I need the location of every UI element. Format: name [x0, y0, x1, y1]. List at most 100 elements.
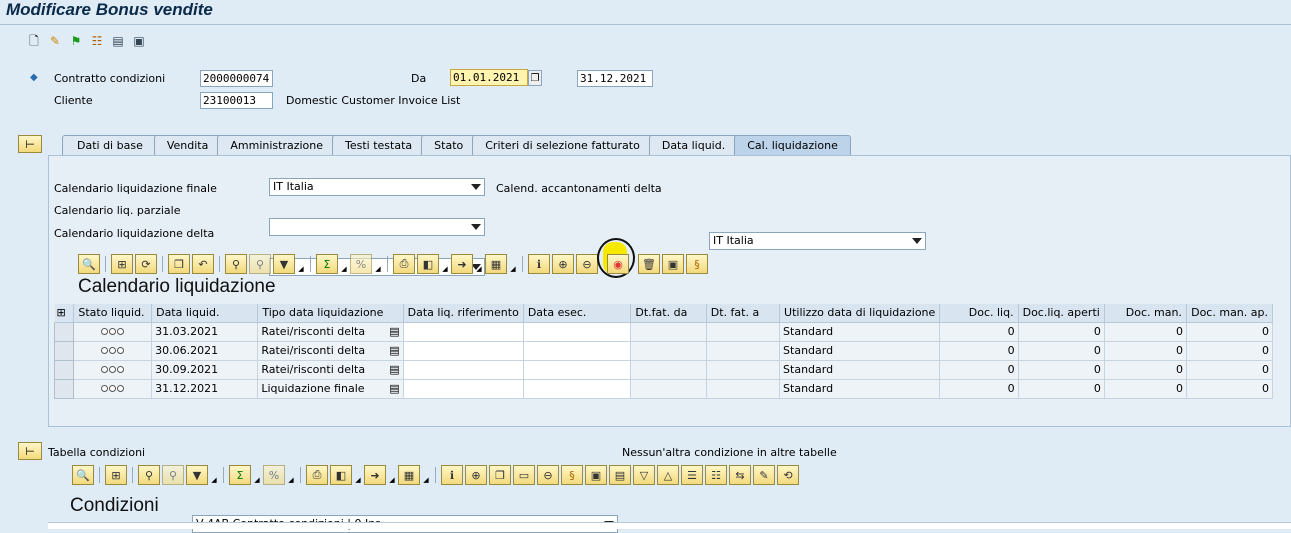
document-icon[interactable]: ▤ — [389, 363, 399, 376]
col-doc-liq-aperti[interactable]: Doc.liq. aperti — [1018, 304, 1105, 323]
layout-button[interactable]: ▦ — [485, 254, 507, 274]
delete-row-button[interactable]: ⊖ — [576, 254, 598, 274]
cell-ref-date[interactable] — [403, 341, 524, 361]
insert-row-button[interactable]: ⊕ — [552, 254, 574, 274]
row-selector[interactable] — [53, 378, 75, 399]
document-icon[interactable]: ▤ — [389, 344, 399, 357]
cell-ref-date[interactable] — [403, 360, 524, 380]
export-dropdown-icon[interactable]: ◢ — [475, 255, 483, 273]
filter-button[interactable]: ▼ — [186, 465, 208, 485]
sort-down-button[interactable]: ☰ — [681, 465, 703, 485]
tab-dati-di-base[interactable]: Dati di base — [62, 135, 158, 155]
date-from-field[interactable]: 01.01.2021 — [450, 69, 528, 86]
date-to-field[interactable]: 31.12.2021 — [577, 70, 653, 87]
find-next-button[interactable]: ⚲ — [249, 254, 271, 274]
hierarchy-icon[interactable]: ☷ — [89, 33, 105, 49]
tab-stato[interactable]: Stato — [421, 135, 477, 155]
customer-field[interactable]: 23100013 — [200, 92, 273, 109]
export-dropdown-icon[interactable]: ◢ — [388, 466, 396, 484]
table-row[interactable]: 31.03.2021 Ratei/risconti delta ▤ Standar… — [53, 321, 1274, 342]
find-button[interactable]: ⚲ — [225, 254, 247, 274]
accrual-cal-select[interactable]: IT Italia — [709, 232, 926, 250]
copy-rows-button[interactable]: ❐ — [489, 465, 511, 485]
print-button[interactable]: ⎙ — [306, 465, 328, 485]
copy-icon[interactable]: ❐ — [528, 70, 542, 86]
delete-row-button[interactable]: ⊖ — [537, 465, 559, 485]
tab-vendita[interactable]: Vendita — [153, 135, 222, 155]
new-document-icon[interactable]: 🗋 — [26, 33, 42, 49]
cell-exec-date[interactable] — [523, 341, 632, 361]
expand-header-button[interactable]: ⊢ — [18, 135, 42, 153]
find-next-button[interactable]: ⚲ — [162, 465, 184, 485]
cell-exec-date[interactable] — [523, 360, 632, 380]
condition-detail-button[interactable]: ▤ — [609, 465, 631, 485]
col-tipo-data[interactable]: Tipo data liquidazione — [257, 304, 404, 323]
col-data-liquid[interactable]: Data liquid. — [151, 304, 259, 323]
cell-exec-date[interactable] — [523, 379, 632, 399]
tab-data-liquid[interactable]: Data liquid. — [648, 135, 739, 155]
sum-dropdown-icon[interactable]: ◢ — [253, 466, 261, 484]
list-icon[interactable]: ▤ — [110, 33, 126, 49]
refresh-button[interactable]: ⟳ — [135, 254, 157, 274]
col-data-riferimento[interactable]: Data liq. riferimento — [403, 304, 524, 323]
subtotal-button[interactable]: % — [350, 254, 372, 274]
transfer-button[interactable]: ⇆ — [729, 465, 751, 485]
move-down-button[interactable]: ▽ — [633, 465, 655, 485]
layout-dropdown-icon[interactable]: ◢ — [509, 255, 517, 273]
settlement-run-button[interactable]: ◉ — [607, 254, 629, 274]
document-icon[interactable]: ▤ — [389, 325, 399, 338]
cell-ref-date[interactable] — [403, 379, 524, 399]
sum-button[interactable]: Σ — [229, 465, 251, 485]
filter-dropdown-icon[interactable]: ◢ — [210, 466, 218, 484]
condition-record-button[interactable]: ▣ — [585, 465, 607, 485]
copy-button[interactable]: ▭ — [513, 465, 535, 485]
subtotal-dropdown-icon[interactable]: ◢ — [287, 466, 295, 484]
table-row[interactable]: 30.09.2021 Ratei/risconti delta ▤ Standar… — [53, 359, 1274, 380]
views-button[interactable]: ◧ — [330, 465, 352, 485]
export-button[interactable]: ➜ — [364, 465, 386, 485]
views-dropdown-icon[interactable]: ◢ — [441, 255, 449, 273]
scroll-button[interactable]: § — [686, 254, 708, 274]
col-stato[interactable]: Stato liquid. — [73, 304, 153, 323]
edit-button[interactable]: ✎ — [753, 465, 775, 485]
tab-criteri-selezione[interactable]: Criteri di selezione fatturato — [472, 135, 653, 155]
tab-testi-testata[interactable]: Testi testata — [332, 135, 426, 155]
details-button[interactable]: 🔍 — [72, 465, 94, 485]
col-utilizzo[interactable]: Utilizzo data di liquidazione — [779, 304, 941, 323]
sort-up-button[interactable]: ☷ — [705, 465, 727, 485]
status-button[interactable]: ▣ — [662, 254, 684, 274]
filter-dropdown-icon[interactable]: ◢ — [297, 255, 305, 273]
filter-button[interactable]: ▼ — [273, 254, 295, 274]
document-icon[interactable]: ▤ — [389, 382, 399, 395]
scroll-button[interactable]: § — [561, 465, 583, 485]
views-dropdown-icon[interactable]: ◢ — [354, 466, 362, 484]
row-selector[interactable] — [53, 321, 75, 342]
row-selector[interactable] — [53, 340, 75, 361]
col-data-esec[interactable]: Data esec. — [523, 304, 632, 323]
info-button[interactable]: ℹ — [528, 254, 550, 274]
col-doc-man[interactable]: Doc. man. — [1104, 304, 1187, 323]
row-selector[interactable] — [53, 359, 75, 380]
display-icon[interactable]: ▣ — [131, 33, 147, 49]
partial-cal-select[interactable] — [269, 218, 485, 236]
details-button[interactable]: 🔍 — [78, 254, 100, 274]
trash-button[interactable]: 🗑 — [638, 254, 660, 274]
sum-button[interactable]: Σ — [316, 254, 338, 274]
contract-field[interactable]: 2000000074 — [200, 70, 273, 87]
subtotal-dropdown-icon[interactable]: ◢ — [374, 255, 382, 273]
final-cal-select[interactable]: IT Italia — [269, 178, 485, 196]
sum-dropdown-icon[interactable]: ◢ — [340, 255, 348, 273]
layout-button[interactable]: ▦ — [398, 465, 420, 485]
col-doc-man-ap[interactable]: Doc. man. ap. — [1186, 304, 1274, 323]
tab-amministrazione[interactable]: Amministrazione — [217, 135, 337, 155]
views-button[interactable]: ◧ — [417, 254, 439, 274]
copy-button[interactable]: ❐ — [168, 254, 190, 274]
insert-row-button[interactable]: ⊕ — [465, 465, 487, 485]
col-dtfat-da[interactable]: Dt.fat. da — [630, 304, 707, 323]
edit-object-icon[interactable]: ✎ — [47, 33, 63, 49]
tab-cal-liquidazione[interactable]: Cal. liquidazione — [734, 135, 851, 155]
col-dtfat-a[interactable]: Dt. fat. a — [706, 304, 781, 323]
move-up-button[interactable]: △ — [657, 465, 679, 485]
info-button[interactable]: ℹ — [441, 465, 463, 485]
append-row-button[interactable]: ⊞ — [105, 465, 127, 485]
